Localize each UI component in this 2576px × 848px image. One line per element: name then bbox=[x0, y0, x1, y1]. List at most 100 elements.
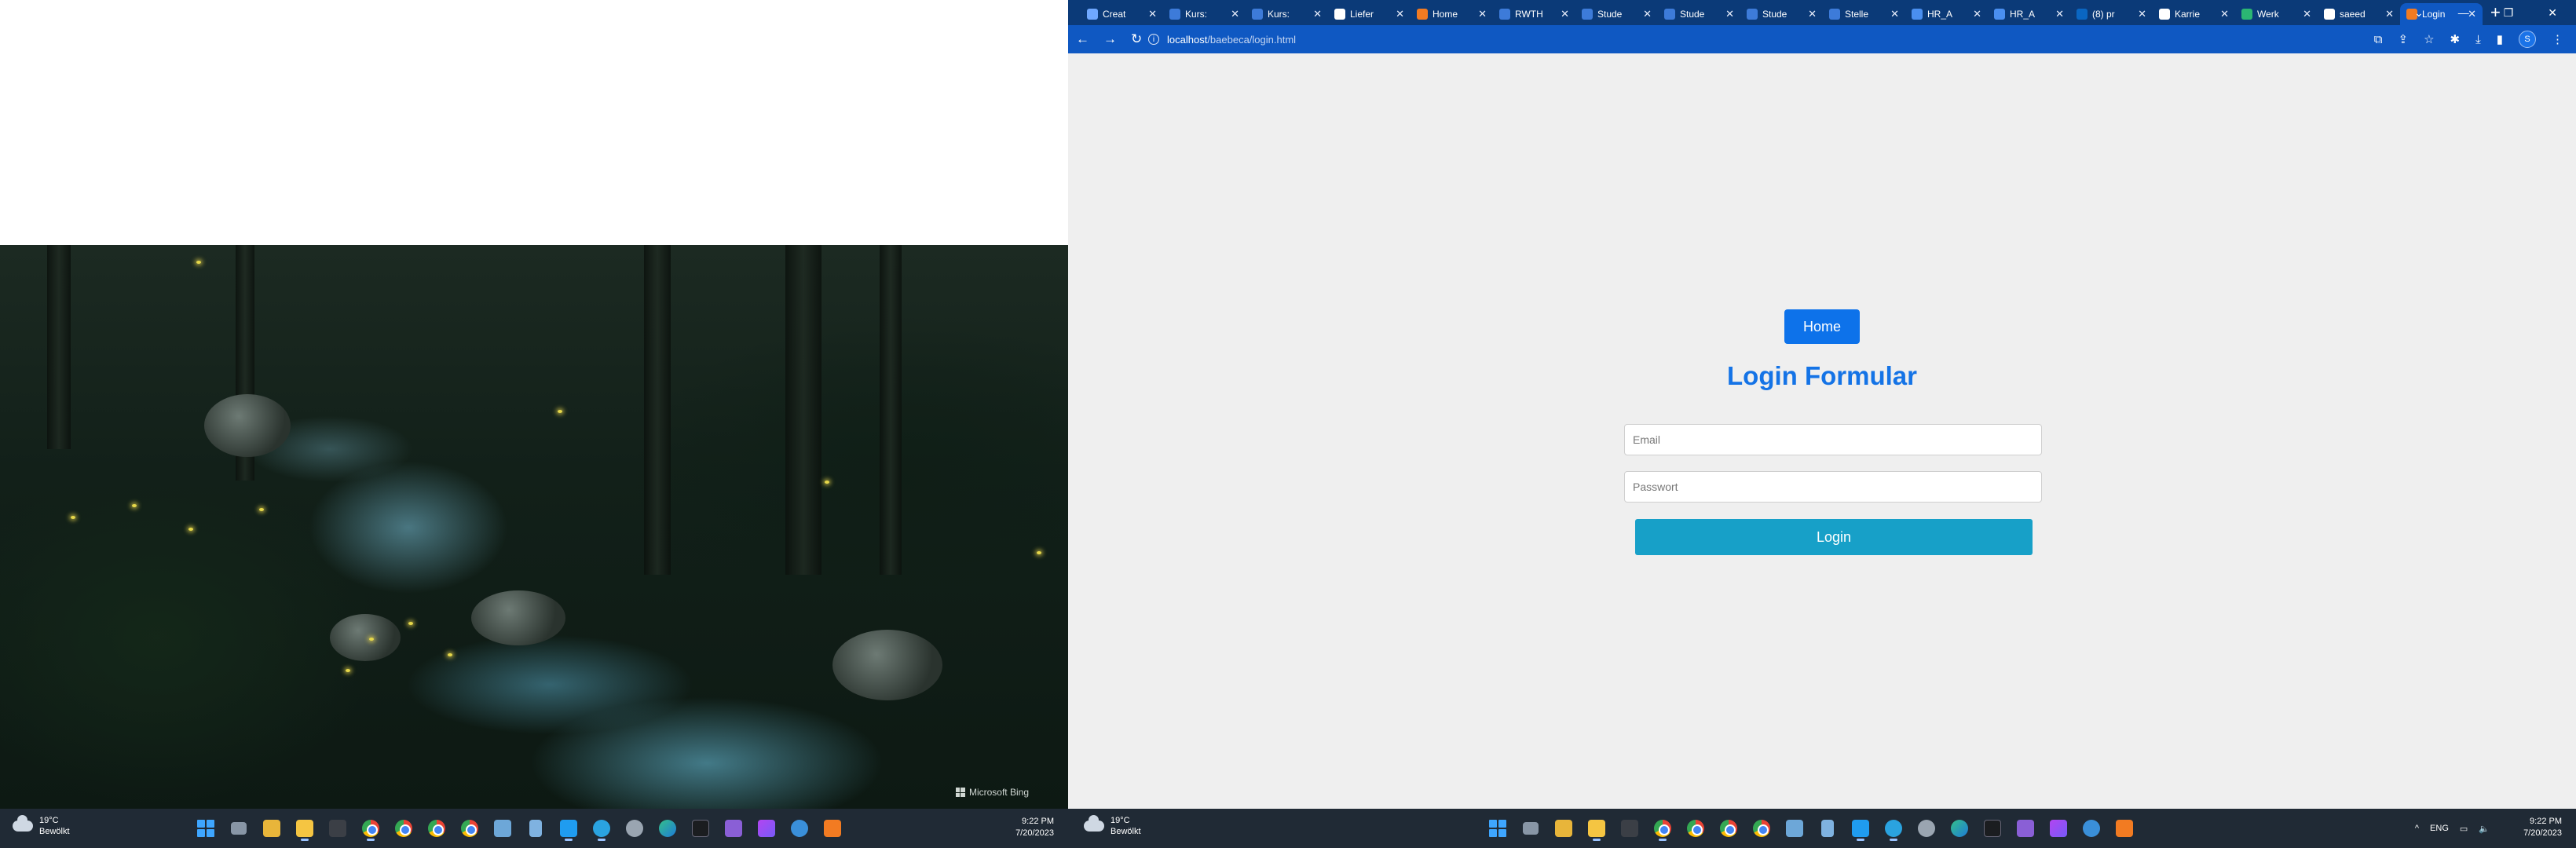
chrome-button-3[interactable] bbox=[1715, 815, 1742, 842]
start-button[interactable] bbox=[1484, 815, 1511, 842]
browser-tab[interactable]: RWTH ✕ bbox=[1493, 3, 1575, 25]
browser-tab[interactable]: Karrie ✕ bbox=[2153, 3, 2235, 25]
cmd-button[interactable] bbox=[1979, 815, 2006, 842]
settings-button[interactable] bbox=[1913, 815, 1940, 842]
notepad-button[interactable] bbox=[522, 815, 549, 842]
close-tab-icon[interactable]: ✕ bbox=[1890, 8, 1899, 20]
close-tab-icon[interactable]: ✕ bbox=[1725, 8, 1734, 20]
side-panel-icon[interactable]: ▮ bbox=[2497, 32, 2503, 46]
notepad-button[interactable] bbox=[1814, 815, 1841, 842]
task-view-button[interactable] bbox=[225, 815, 252, 842]
browser-tab[interactable]: Stude ✕ bbox=[1740, 3, 1823, 25]
chrome-button-3[interactable] bbox=[423, 815, 450, 842]
explorer-button[interactable] bbox=[1583, 815, 1610, 842]
close-tab-icon[interactable]: ✕ bbox=[2303, 8, 2311, 20]
menu-dots-icon[interactable]: ⋮ bbox=[2552, 32, 2563, 46]
tab-search-icon[interactable]: ⌄ bbox=[2414, 6, 2424, 20]
browser-tab[interactable]: Liefer ✕ bbox=[1328, 3, 1411, 25]
browser-tab[interactable]: Kurs: ✕ bbox=[1163, 3, 1246, 25]
visual-studio-button[interactable] bbox=[720, 815, 747, 842]
xampp-button[interactable] bbox=[819, 815, 846, 842]
cmd-button[interactable] bbox=[687, 815, 714, 842]
telegram-button[interactable] bbox=[1880, 815, 1907, 842]
start-button[interactable] bbox=[192, 815, 219, 842]
minimize-button[interactable]: — bbox=[2458, 6, 2469, 19]
task-view-button[interactable] bbox=[1517, 815, 1544, 842]
browser-tab[interactable]: saeed ✕ bbox=[2318, 3, 2400, 25]
browser-tab[interactable]: Werk ✕ bbox=[2235, 3, 2318, 25]
close-tab-icon[interactable]: ✕ bbox=[2385, 8, 2394, 20]
volume-icon[interactable]: 🔈 bbox=[2479, 824, 2490, 834]
bookmark-star-icon[interactable]: ☆ bbox=[2424, 32, 2434, 46]
browser-tab[interactable]: HR_A ✕ bbox=[1988, 3, 2070, 25]
browser-tab[interactable]: Stude ✕ bbox=[1575, 3, 1658, 25]
close-tab-icon[interactable]: ✕ bbox=[1396, 8, 1404, 20]
browser-tab[interactable]: Stude ✕ bbox=[1658, 3, 1740, 25]
extensions-icon[interactable]: ✱ bbox=[2450, 32, 2461, 46]
login-button[interactable]: Login bbox=[1635, 519, 2033, 555]
download-icon[interactable]: ⤓ bbox=[2475, 33, 2481, 46]
password-field[interactable] bbox=[1624, 471, 2042, 503]
profile-avatar[interactable]: S bbox=[2519, 31, 2536, 48]
bing-credit[interactable]: Microsoft Bing bbox=[955, 787, 1029, 798]
phpstorm-button[interactable] bbox=[2045, 815, 2072, 842]
open-external-icon[interactable]: ⧉ bbox=[2374, 33, 2383, 46]
chrome-button-2[interactable] bbox=[390, 815, 417, 842]
xampp-button[interactable] bbox=[2111, 815, 2138, 842]
vscode-button[interactable] bbox=[1847, 815, 1874, 842]
browser-tab[interactable]: Stelle ✕ bbox=[1823, 3, 1905, 25]
edge-button[interactable] bbox=[1946, 815, 1973, 842]
weather-widget-right[interactable]: 19°C Bewölkt bbox=[1084, 815, 1141, 837]
maximize-button[interactable]: ❐ bbox=[2504, 6, 2514, 20]
language-indicator[interactable]: ENG bbox=[2430, 824, 2449, 833]
home-button[interactable]: Home bbox=[1784, 309, 1860, 344]
browser-tab[interactable]: Kurs: ✕ bbox=[1246, 3, 1328, 25]
browser-tab[interactable]: Creat ✕ bbox=[1081, 3, 1163, 25]
network-icon[interactable]: ▭ bbox=[2460, 824, 2468, 834]
share-icon[interactable]: ⇪ bbox=[2398, 32, 2408, 46]
close-tab-icon[interactable]: ✕ bbox=[1231, 8, 1239, 20]
photos-button[interactable] bbox=[489, 815, 516, 842]
edge-button[interactable] bbox=[654, 815, 681, 842]
close-tab-icon[interactable]: ✕ bbox=[1148, 8, 1157, 20]
phpstorm-button[interactable] bbox=[753, 815, 780, 842]
close-tab-icon[interactable]: ✕ bbox=[1313, 8, 1322, 20]
forward-button[interactable]: → bbox=[1103, 31, 1117, 47]
photos-button[interactable] bbox=[1781, 815, 1808, 842]
vscode-button[interactable] bbox=[555, 815, 582, 842]
close-tab-icon[interactable]: ✕ bbox=[2220, 8, 2229, 20]
clock-right[interactable]: 9:22 PM 7/20/2023 bbox=[2523, 816, 2562, 839]
chrome-button-1[interactable] bbox=[1649, 815, 1676, 842]
chrome-button-2[interactable] bbox=[1682, 815, 1709, 842]
reload-button[interactable]: ↻ bbox=[1131, 31, 1142, 47]
settings-button[interactable] bbox=[621, 815, 648, 842]
store-button[interactable] bbox=[1550, 815, 1577, 842]
address-bar[interactable]: i localhost/baebeca/login.html bbox=[1148, 28, 2373, 50]
info-icon[interactable]: i bbox=[1148, 34, 1159, 45]
close-window-button[interactable]: ✕ bbox=[2548, 6, 2557, 20]
close-tab-icon[interactable]: ✕ bbox=[2138, 8, 2146, 20]
chrome-button-4[interactable] bbox=[456, 815, 483, 842]
browser-tab[interactable]: (8) pr ✕ bbox=[2070, 3, 2153, 25]
chrome-button-1[interactable] bbox=[357, 815, 384, 842]
close-tab-icon[interactable]: ✕ bbox=[2055, 8, 2064, 20]
explorer-button[interactable] bbox=[291, 815, 318, 842]
close-tab-icon[interactable]: ✕ bbox=[1643, 8, 1652, 20]
chrome-button-4[interactable] bbox=[1748, 815, 1775, 842]
clock-left[interactable]: 9:22 PM 7/20/2023 bbox=[1015, 816, 1054, 839]
weather-widget[interactable]: 19°C Bewölkt bbox=[13, 815, 70, 837]
close-tab-icon[interactable]: ✕ bbox=[1561, 8, 1569, 20]
network-button[interactable] bbox=[2078, 815, 2105, 842]
terminal-button[interactable] bbox=[1616, 815, 1643, 842]
terminal-button[interactable] bbox=[324, 815, 351, 842]
close-tab-icon[interactable]: ✕ bbox=[1478, 8, 1487, 20]
browser-tab[interactable]: Home ✕ bbox=[1411, 3, 1493, 25]
close-tab-icon[interactable]: ✕ bbox=[1808, 8, 1817, 20]
back-button[interactable]: ← bbox=[1076, 31, 1089, 47]
email-field[interactable] bbox=[1624, 424, 2042, 455]
visual-studio-button[interactable] bbox=[2012, 815, 2039, 842]
chevron-up-icon[interactable]: ^ bbox=[2415, 824, 2419, 833]
store-button[interactable] bbox=[258, 815, 285, 842]
network-button[interactable] bbox=[786, 815, 813, 842]
close-tab-icon[interactable]: ✕ bbox=[1973, 8, 1981, 20]
